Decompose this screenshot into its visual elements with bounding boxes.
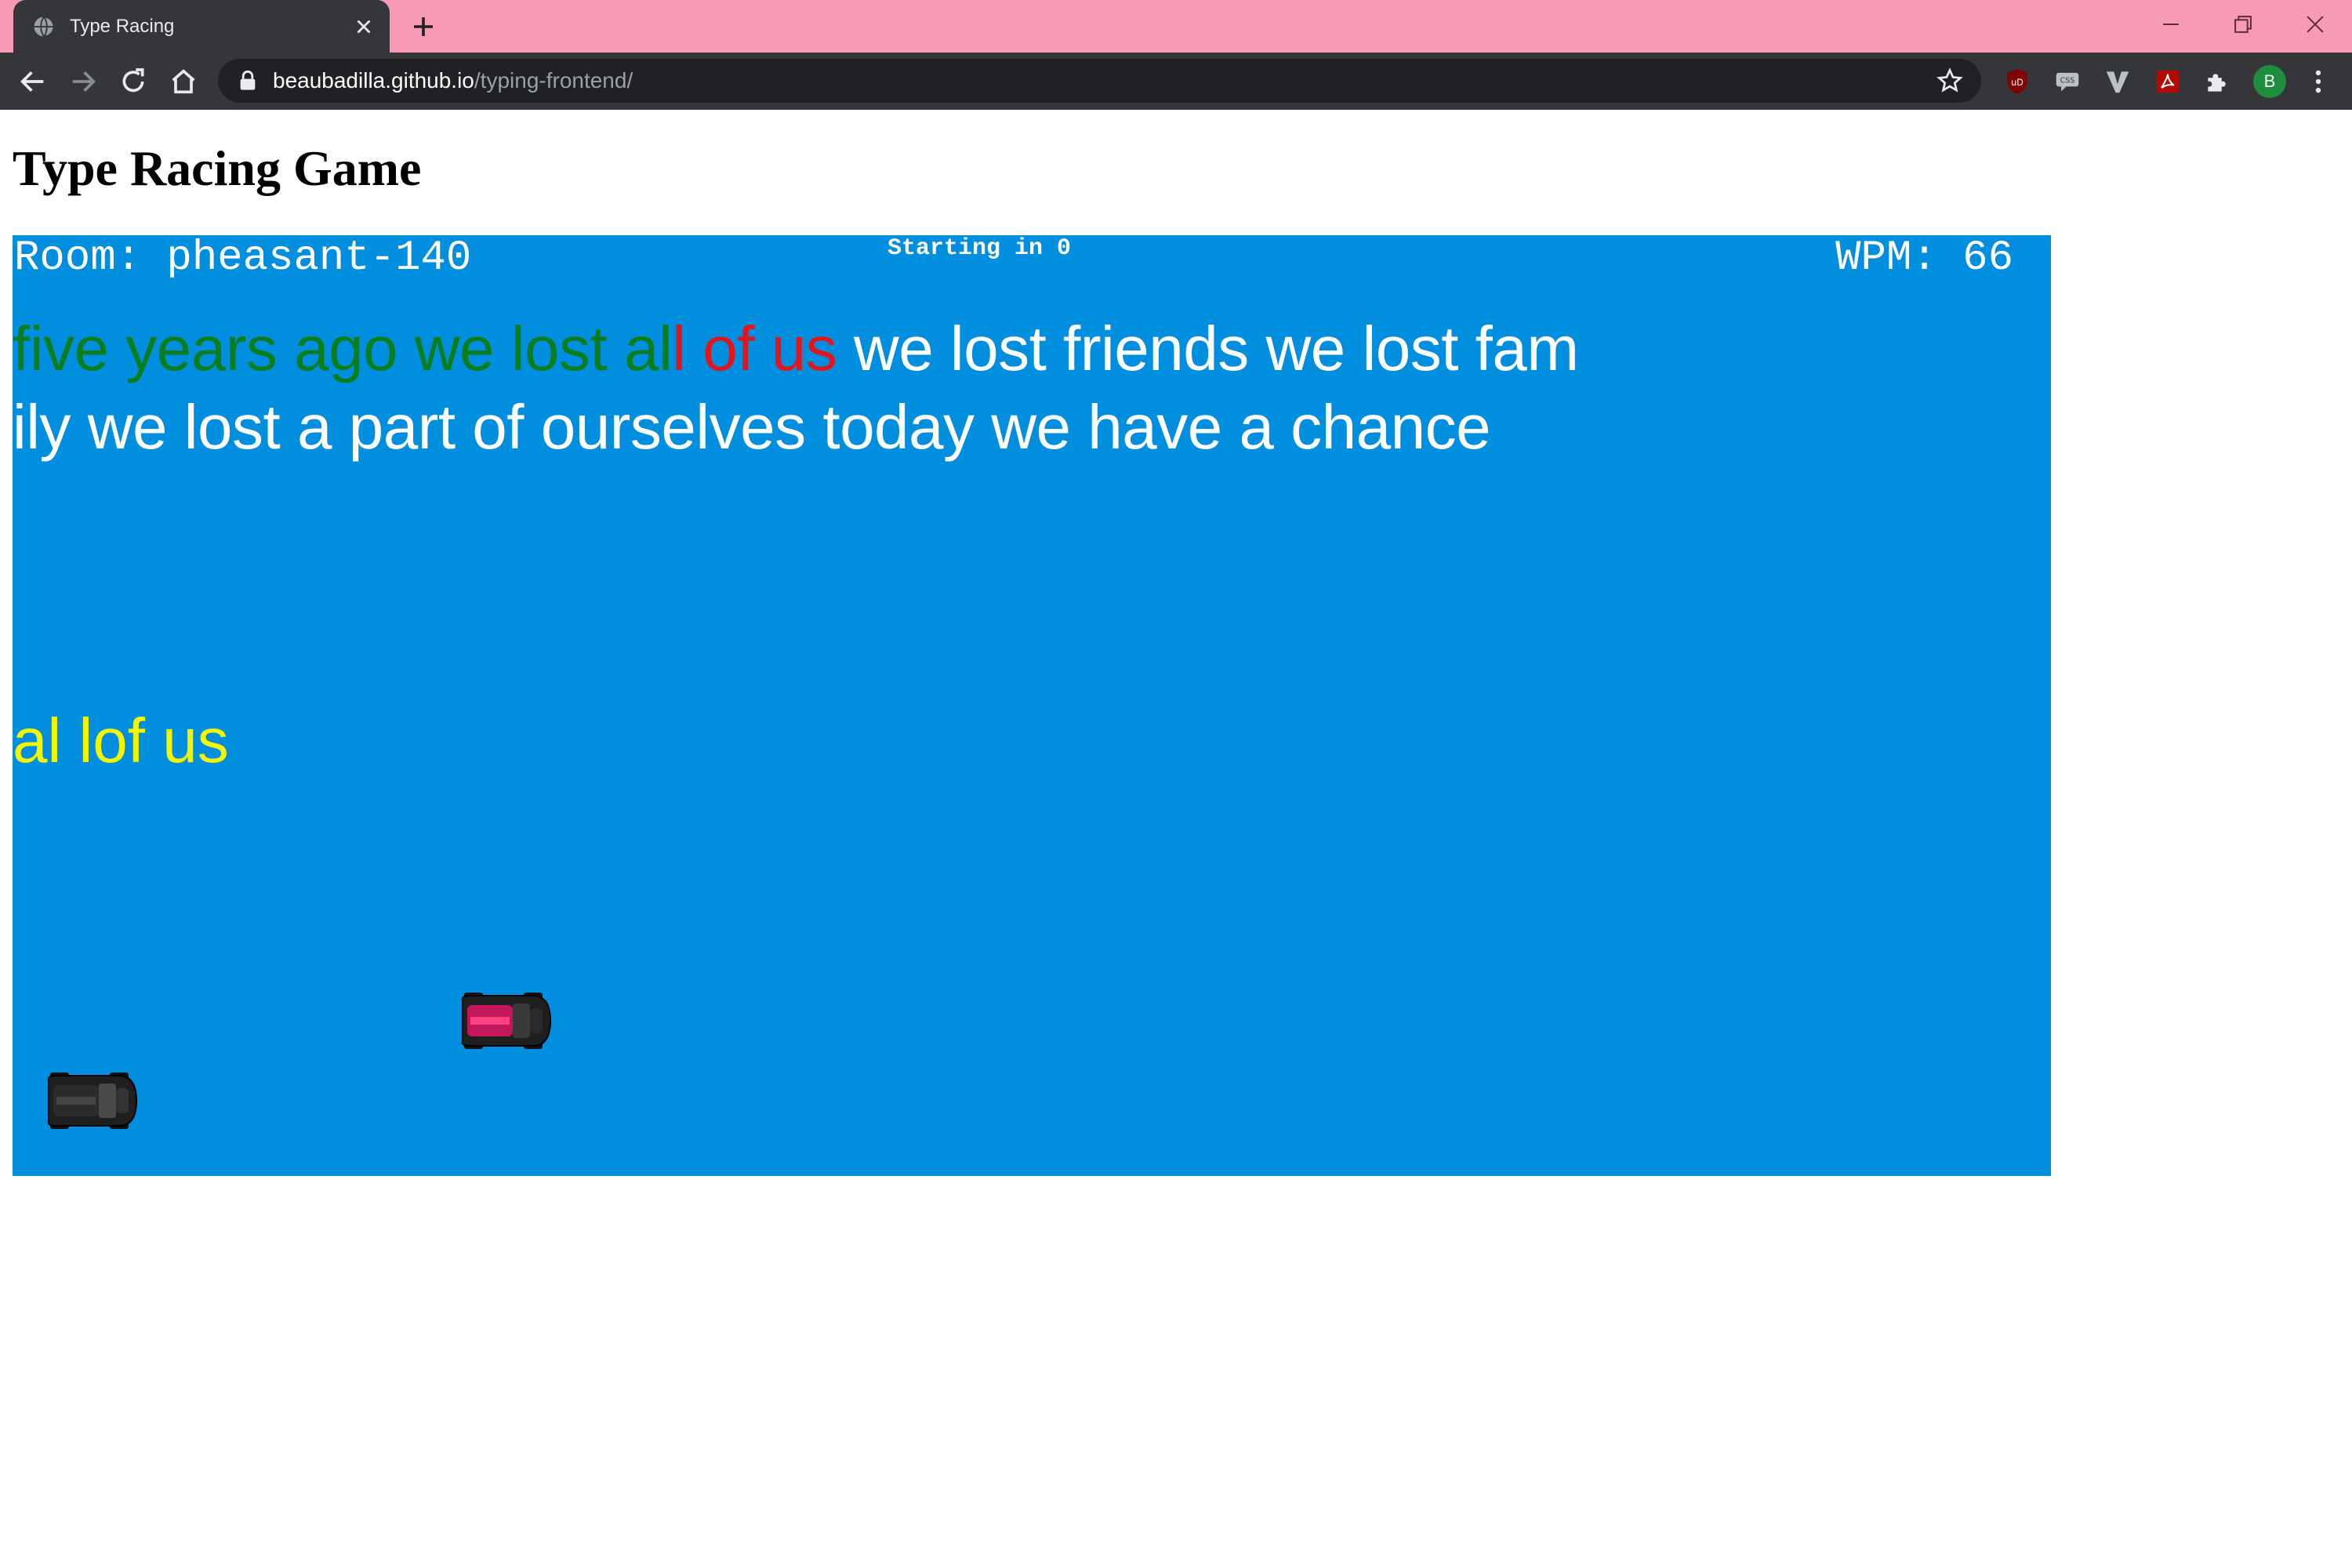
forward-icon[interactable] (67, 66, 99, 97)
restore-icon[interactable] (2230, 11, 2256, 38)
passage-line-2: ily we lost a part of ourselves today we… (13, 392, 1491, 462)
new-tab-icon[interactable] (409, 13, 437, 41)
player-car (47, 1073, 138, 1129)
acrobat-extension-icon[interactable] (2153, 67, 2183, 96)
close-window-icon[interactable] (2302, 11, 2328, 38)
typed-correct-text: five years ago we lost al (13, 314, 673, 383)
lock-icon[interactable] (238, 70, 257, 92)
passage-text: five years ago we lost all of us we lost… (13, 310, 1659, 466)
opponent-car (461, 993, 552, 1049)
ublock-extension-icon[interactable]: uD (2002, 67, 2032, 96)
globe-icon (34, 16, 55, 38)
bookmark-star-icon[interactable] (1936, 67, 1964, 95)
untyped-text: we lost friends we lost fam (837, 314, 1579, 383)
profile-avatar[interactable]: B (2253, 65, 2286, 98)
game-canvas[interactable]: Room: pheasant-140 Starting in 0 WPM: 66… (13, 235, 2051, 1176)
tab-strip: Type Racing (0, 0, 2352, 53)
page-title: Type Racing Game (13, 140, 422, 196)
svg-text:uD: uD (2011, 78, 2024, 88)
more-menu-icon[interactable] (2303, 67, 2333, 96)
typed-input-text: al lof us (13, 706, 229, 775)
extensions-puzzle-icon[interactable] (2203, 67, 2233, 96)
home-icon[interactable] (168, 66, 199, 97)
countdown-text: Starting in 0 (887, 235, 1072, 262)
url-text[interactable]: beaubadilla.github.io/typing-frontend/ (273, 59, 633, 103)
svg-text:CSS: CSS (2060, 77, 2075, 85)
tab-title: Type Racing (70, 15, 175, 37)
wpm-counter: WPM: 66 (1835, 235, 2013, 282)
typed-error-text: l of us (672, 314, 837, 383)
reload-icon[interactable] (118, 66, 149, 97)
address-bar[interactable]: beaubadilla.github.io/typing-frontend/ (218, 59, 1981, 103)
close-tab-icon[interactable] (352, 15, 376, 38)
minimize-icon[interactable] (2158, 11, 2184, 38)
passage-line-1: five years ago we lost all of us we lost… (13, 310, 1659, 388)
vimium-extension-icon[interactable] (2103, 67, 2132, 96)
browser-toolbar: beaubadilla.github.io/typing-frontend/ u… (0, 53, 2352, 110)
browser-tab[interactable]: Type Racing (13, 0, 390, 53)
css-extension-icon[interactable]: CSS (2053, 67, 2082, 96)
back-icon[interactable] (17, 66, 49, 97)
